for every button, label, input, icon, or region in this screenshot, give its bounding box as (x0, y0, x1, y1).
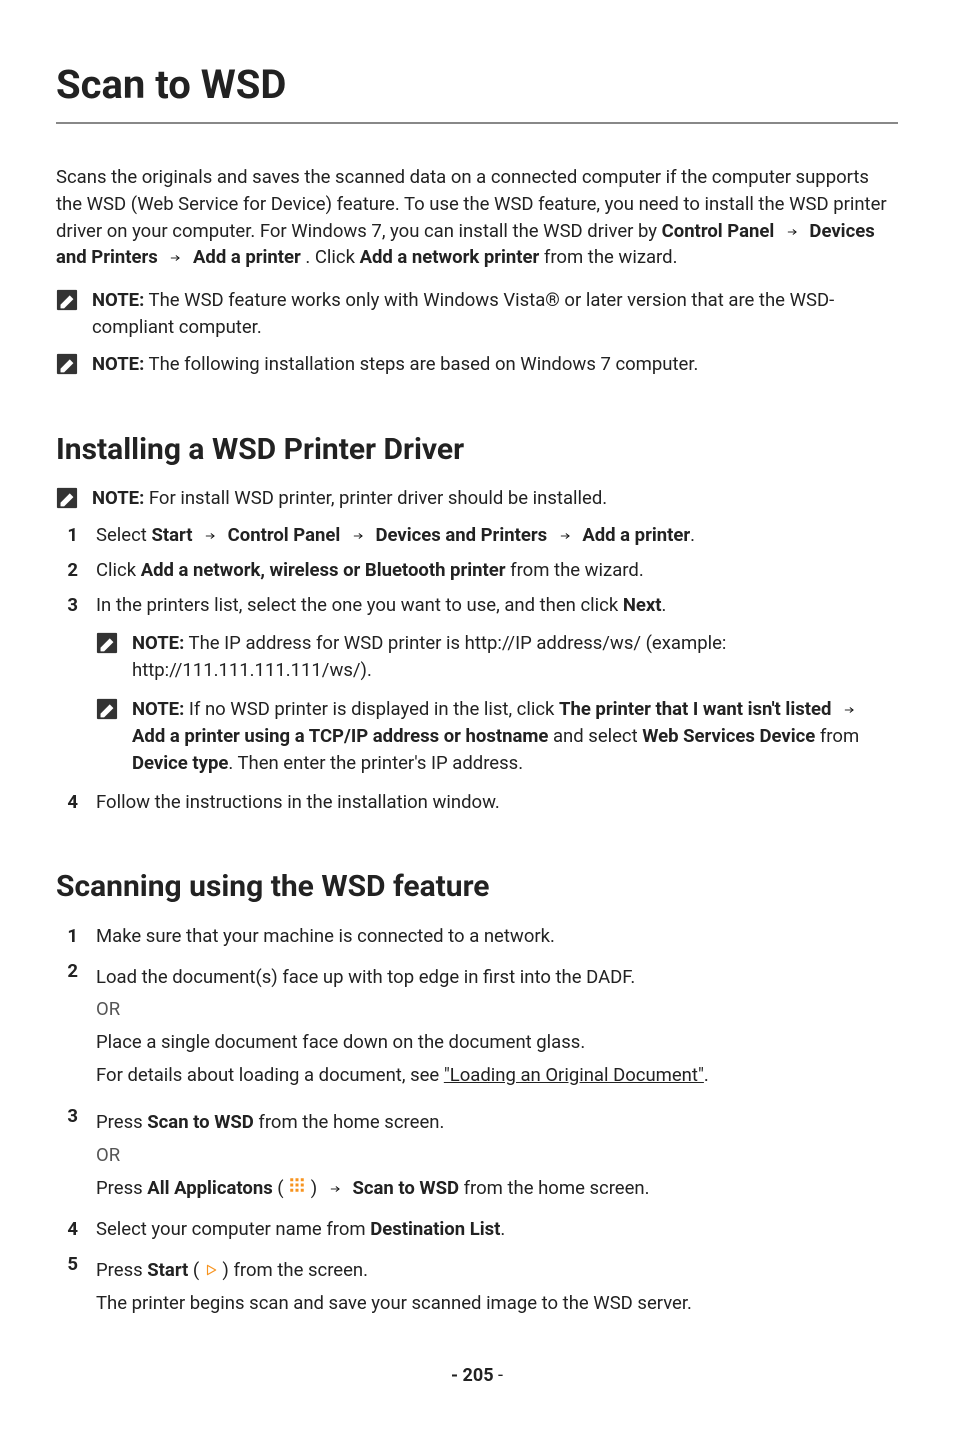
step-text: from the home screen. (254, 1111, 445, 1133)
step-text: . (500, 1218, 505, 1240)
note-text: from (815, 725, 859, 747)
list-item: Make sure that your machine is connected… (56, 923, 898, 950)
note-label: NOTE: (92, 487, 144, 509)
list-item: Select Start Control Panel Devices and P… (56, 522, 898, 549)
step-bold: Devices and Printers (375, 524, 547, 546)
step-bold: Next (623, 594, 662, 616)
step-bold: Start (151, 524, 192, 546)
list-item: Select your computer name from Destinati… (56, 1216, 898, 1243)
intro-paragraph: Scans the originals and saves the scanne… (56, 164, 898, 271)
note-text: If no WSD printer is displayed in the li… (184, 698, 559, 720)
list-item: Load the document(s) face up with top ed… (56, 958, 898, 1095)
note-bold: The printer that I want isn't listed (559, 698, 831, 720)
step-text: Press (96, 1259, 147, 1281)
section-heading-scan: Scanning using the WSD feature (56, 865, 898, 909)
step-text: from the wizard. (506, 559, 644, 581)
step-text: . (690, 524, 695, 546)
note-block: NOTE: The following installation steps a… (56, 351, 898, 378)
note-text: . Then enter the printer's IP address. (228, 752, 523, 774)
step-text: . (662, 594, 667, 616)
step-text: . (704, 1064, 709, 1086)
note-block: NOTE: The WSD feature works only with Wi… (56, 287, 898, 341)
page-number-value: - 205 (451, 1365, 494, 1386)
page-title: Scan to WSD (56, 56, 898, 124)
note-text: and select (548, 725, 642, 747)
intro-bold-3: Add a printer (193, 246, 301, 268)
note-icon (56, 289, 78, 311)
step-bold: Control Panel (228, 524, 341, 546)
note-icon (56, 487, 78, 509)
arrow-icon (840, 696, 858, 723)
or-text: OR (96, 1142, 898, 1169)
note-icon (96, 698, 118, 720)
note-label: NOTE: (92, 353, 144, 375)
note-label: NOTE: (132, 632, 184, 654)
list-item: Press Scan to WSD from the home screen. … (56, 1103, 898, 1208)
or-text: OR (96, 996, 898, 1023)
step-text: Make sure that your machine is connected… (96, 923, 898, 950)
list-item: Press Start ( ) from the screen. The pri… (56, 1251, 898, 1323)
note-text: The following installation steps are bas… (144, 353, 698, 375)
step-text: Select (96, 524, 151, 546)
page-number: - 205 - (56, 1363, 898, 1389)
arrow-icon (201, 522, 219, 549)
sub-note: NOTE: If no WSD printer is displayed in … (96, 696, 898, 776)
step-bold: Start (147, 1259, 188, 1281)
step-bold: Destination List (370, 1218, 500, 1240)
section-heading-install: Installing a WSD Printer Driver (56, 428, 898, 472)
note-bold: Add a printer using a TCP/IP address or … (132, 725, 548, 747)
apps-grid-icon (288, 1175, 306, 1202)
intro-bold-1: Control Panel (662, 220, 775, 242)
note-bold: Device type (132, 752, 228, 774)
step-bold: Scan to WSD (147, 1111, 254, 1133)
note-text: The IP address for WSD printer is http:/… (132, 632, 726, 681)
arrow-icon (556, 522, 574, 549)
step-bold: Add a printer (582, 524, 690, 546)
arrow-icon (326, 1175, 344, 1202)
note-icon (56, 353, 78, 375)
list-item: Follow the instructions in the installat… (56, 789, 898, 816)
intro-post: from the wizard. (544, 246, 678, 268)
step-text: In the printers list, select the one you… (96, 594, 623, 616)
loading-doc-link[interactable]: "Loading an Original Document" (444, 1064, 704, 1086)
step-text: Press (96, 1111, 147, 1133)
paren-open: ( (273, 1177, 289, 1199)
note-label: NOTE: (92, 289, 144, 311)
arrow-icon (349, 522, 367, 549)
step-bold: Scan to WSD (352, 1177, 459, 1199)
paren-close: ) (306, 1177, 322, 1199)
step-text: Press (96, 1177, 147, 1199)
note-text: The WSD feature works only with Windows … (92, 289, 834, 338)
step-text: Place a single document face down on the… (96, 1029, 898, 1056)
arrow-icon (783, 218, 801, 245)
scan-steps: Make sure that your machine is connected… (56, 923, 898, 1323)
arrow-icon (166, 244, 184, 271)
step-bold: Add a network, wireless or Bluetooth pri… (141, 559, 506, 581)
note-text: For install WSD printer, printer driver … (144, 487, 607, 509)
paren-close: ) (218, 1259, 234, 1281)
step-text: Click (96, 559, 141, 581)
step-text: The printer begins scan and save your sc… (96, 1290, 898, 1317)
note-block: NOTE: For install WSD printer, printer d… (56, 485, 898, 512)
step-text: Follow the instructions in the installat… (96, 789, 898, 816)
paren-open: ( (188, 1259, 204, 1281)
note-label: NOTE: (132, 698, 184, 720)
list-item: In the printers list, select the one you… (56, 592, 898, 781)
sub-note: NOTE: The IP address for WSD printer is … (96, 630, 898, 684)
note-bold: Web Services Device (642, 725, 815, 747)
note-icon (96, 632, 118, 654)
install-steps: Select Start Control Panel Devices and P… (56, 522, 898, 815)
list-item: Click Add a network, wireless or Bluetoo… (56, 557, 898, 584)
intro-bold-4: Add a network printer (360, 246, 540, 268)
step-text: For details about loading a document, se… (96, 1064, 444, 1086)
step-text: Load the document(s) face up with top ed… (96, 964, 898, 991)
step-text: from the home screen. (459, 1177, 650, 1199)
step-bold: All Applicatons (147, 1177, 272, 1199)
play-icon (204, 1258, 218, 1285)
step-text: Select your computer name from (96, 1218, 370, 1240)
page-number-suffix: - (494, 1365, 503, 1386)
step-text: from the screen. (233, 1259, 368, 1281)
intro-mid: . Click (305, 246, 359, 268)
